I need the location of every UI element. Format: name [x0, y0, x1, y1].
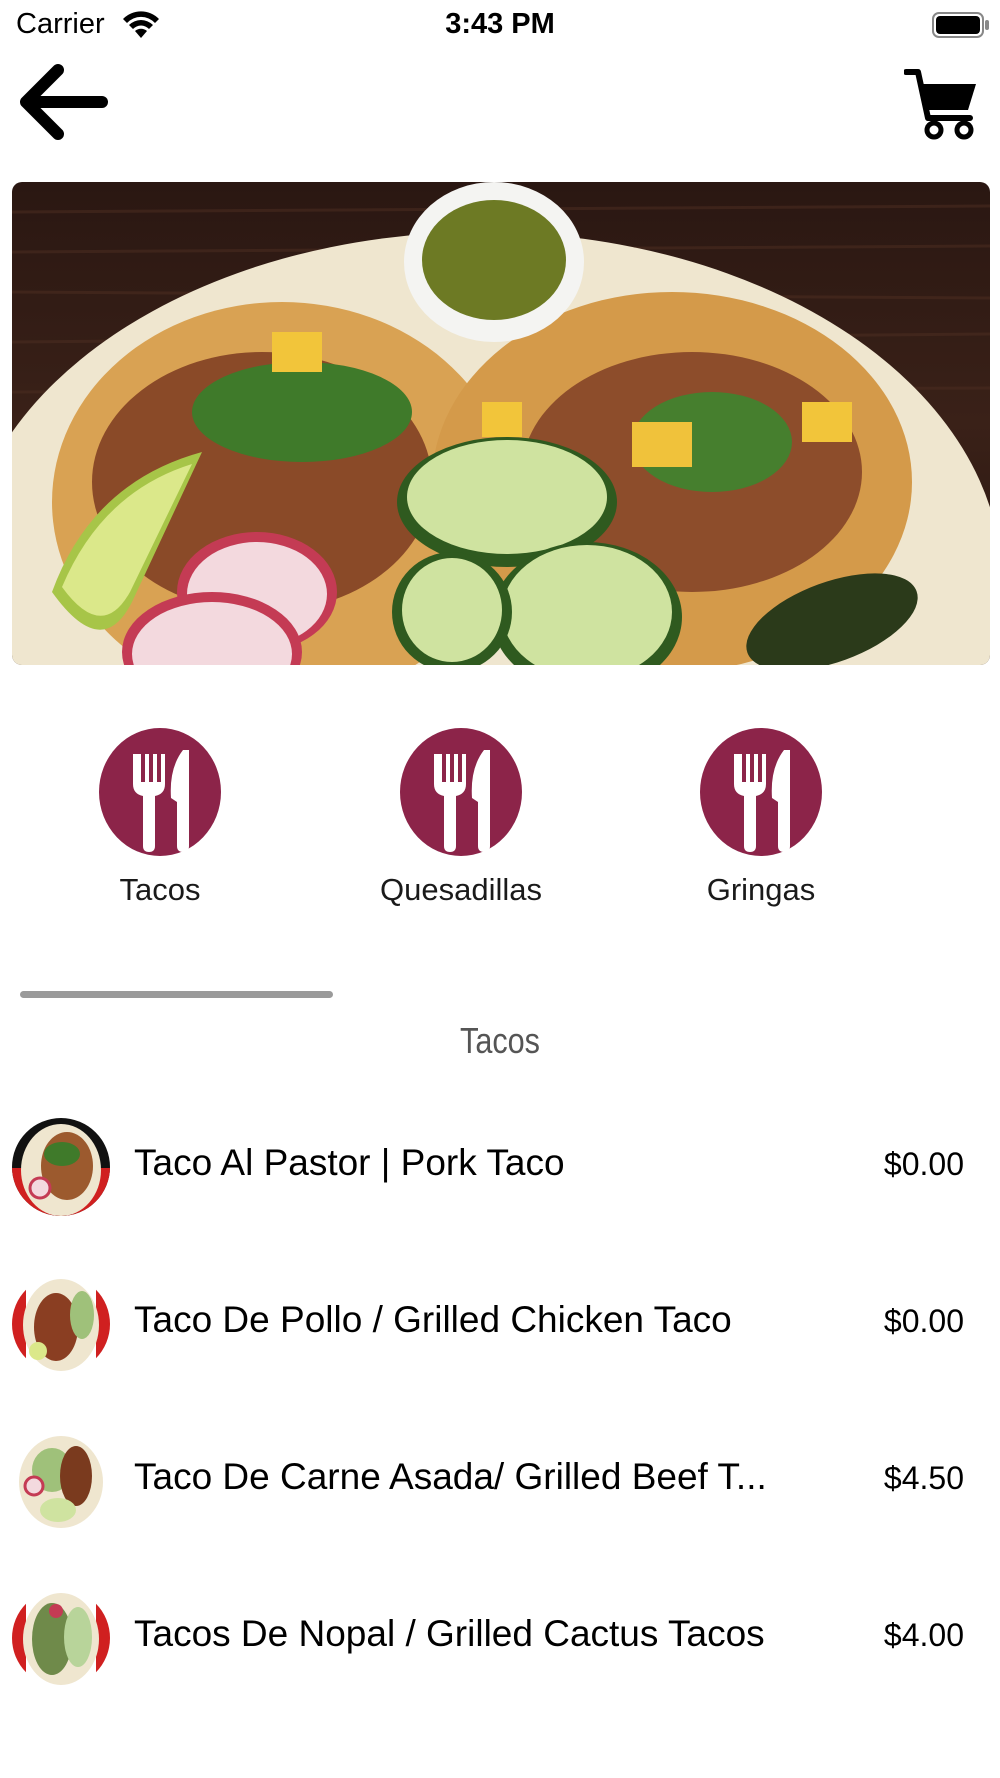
menu-screen: Carrier 3:43 PM Tacos Quesadillas Gringa…: [0, 0, 1000, 1778]
back-button[interactable]: [18, 62, 110, 142]
list-item[interactable]: Taco De Carne Asada/ Grilled Beef T... $…: [0, 1424, 1000, 1581]
item-thumbnail: [12, 1275, 110, 1373]
shopping-cart-icon: [903, 69, 976, 140]
item-thumbnail: [12, 1432, 110, 1530]
item-thumbnail: [12, 1118, 110, 1216]
category-quesadillas[interactable]: Quesadillas: [331, 728, 591, 908]
status-bar: Carrier 3:43 PM: [0, 0, 1000, 50]
tacos-plate-photo: [12, 182, 990, 665]
category-tacos[interactable]: Tacos: [30, 728, 290, 908]
item-name: Taco Al Pastor | Pork Taco: [134, 1142, 565, 1183]
fork-knife-icon: [700, 728, 822, 856]
item-name: Tacos De Nopal / Grilled Cactus Tacos: [134, 1613, 765, 1654]
item-price: $0.00: [883, 1303, 964, 1339]
battery-icon: [932, 12, 989, 38]
list-item[interactable]: Tacos De Nopal / Grilled Cactus Tacos $4…: [0, 1581, 1000, 1738]
list-item[interactable]: Taco Al Pastor | Pork Taco $0.00: [0, 1110, 1000, 1267]
menu-list: Taco Al Pastor | Pork Taco $0.00 Taco De…: [0, 1110, 1000, 1738]
category-indicator: [20, 991, 333, 998]
item-price: $4.50: [883, 1460, 964, 1496]
category-gringas[interactable]: Gringas: [631, 728, 891, 908]
fork-knife-icon: [99, 728, 221, 856]
arrow-left-icon: [20, 64, 108, 140]
hero-image: [12, 182, 990, 665]
item-name: Taco De Carne Asada/ Grilled Beef T...: [134, 1456, 767, 1497]
status-time: 3:43 PM: [445, 8, 555, 40]
cart-button[interactable]: [903, 66, 980, 142]
section-title: Tacos: [460, 1020, 540, 1061]
item-price: $4.00: [883, 1617, 964, 1653]
list-item[interactable]: Taco De Pollo / Grilled Chicken Taco $0.…: [0, 1267, 1000, 1424]
category-label: Quesadillas: [380, 872, 542, 907]
item-thumbnail: [12, 1589, 110, 1687]
category-label: Gringas: [706, 872, 816, 907]
item-name: Taco De Pollo / Grilled Chicken Taco: [134, 1299, 732, 1340]
item-price: $0.00: [883, 1146, 964, 1182]
category-label: Tacos: [119, 872, 201, 907]
fork-knife-icon: [400, 728, 522, 856]
category-selector: Tacos Quesadillas Gringas: [0, 728, 1000, 918]
